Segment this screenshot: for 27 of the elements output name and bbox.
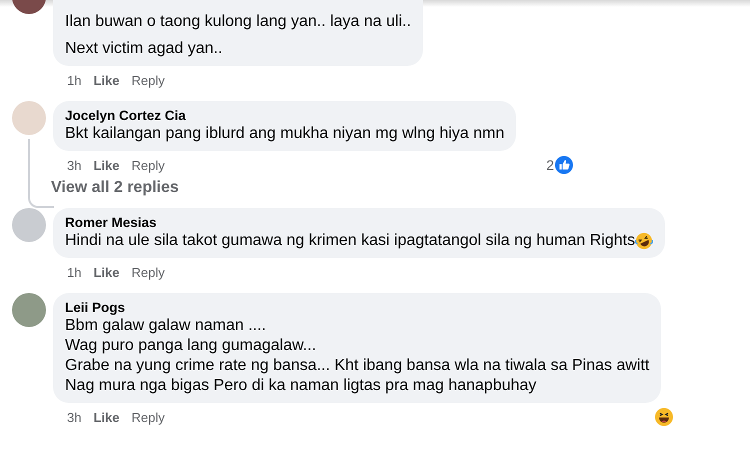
reply-link[interactable]: Reply: [131, 158, 165, 172]
comment-text: Nag mura nga bigas Pero di ka naman ligtas pra mag hanapbuhay: [65, 376, 538, 396]
laughing-reaction-icon: [655, 408, 673, 426]
author-name[interactable]: Romer Mesias: [65, 214, 654, 231]
comment-text: Grabe na yung crime rate ng bansa... Kht ibang bansa wla na tiwala sa Pinas awitt: [65, 356, 650, 376]
like-link[interactable]: Like: [93, 264, 120, 280]
view-replies-link[interactable]: View all 2 replies: [51, 179, 179, 197]
like-link[interactable]: Like: [93, 158, 120, 172]
comment-time: 1h: [67, 72, 82, 88]
comment-text: Next victim agad yan..: [65, 39, 224, 59]
reply-link[interactable]: Reply: [131, 72, 165, 88]
comment-text: Bbm galaw galaw naman ....: [65, 316, 267, 336]
like-link[interactable]: Like: [93, 410, 120, 424]
comment-time: 3h: [67, 158, 82, 172]
author-name[interactable]: Leii Pogs: [65, 299, 650, 316]
reaction-count: 2: [546, 157, 554, 173]
reply-link[interactable]: Reply: [131, 410, 165, 424]
comment-text: Wag puro panga lang gumagalaw...: [65, 336, 318, 356]
like-reaction-icon: [555, 156, 573, 174]
author-name[interactable]: Jocelyn Cortez Cia: [65, 107, 504, 124]
comment-time: 1h: [67, 264, 82, 280]
comment-text: Bkt kailangan pang iblurd ang mukha niyan mg wlng hiya nmn: [65, 124, 504, 144]
reply-link[interactable]: Reply: [131, 264, 165, 280]
comment-text: Hindi na ule sila takot gumawa ng krimen kasi ipagtatangol sila ng human Rights: [65, 231, 636, 251]
comment-time: 3h: [67, 410, 82, 424]
like-link[interactable]: Like: [93, 72, 120, 88]
comment-text: Ilan buwan o taong kulong lang yan.. laya na uli..: [65, 12, 412, 32]
